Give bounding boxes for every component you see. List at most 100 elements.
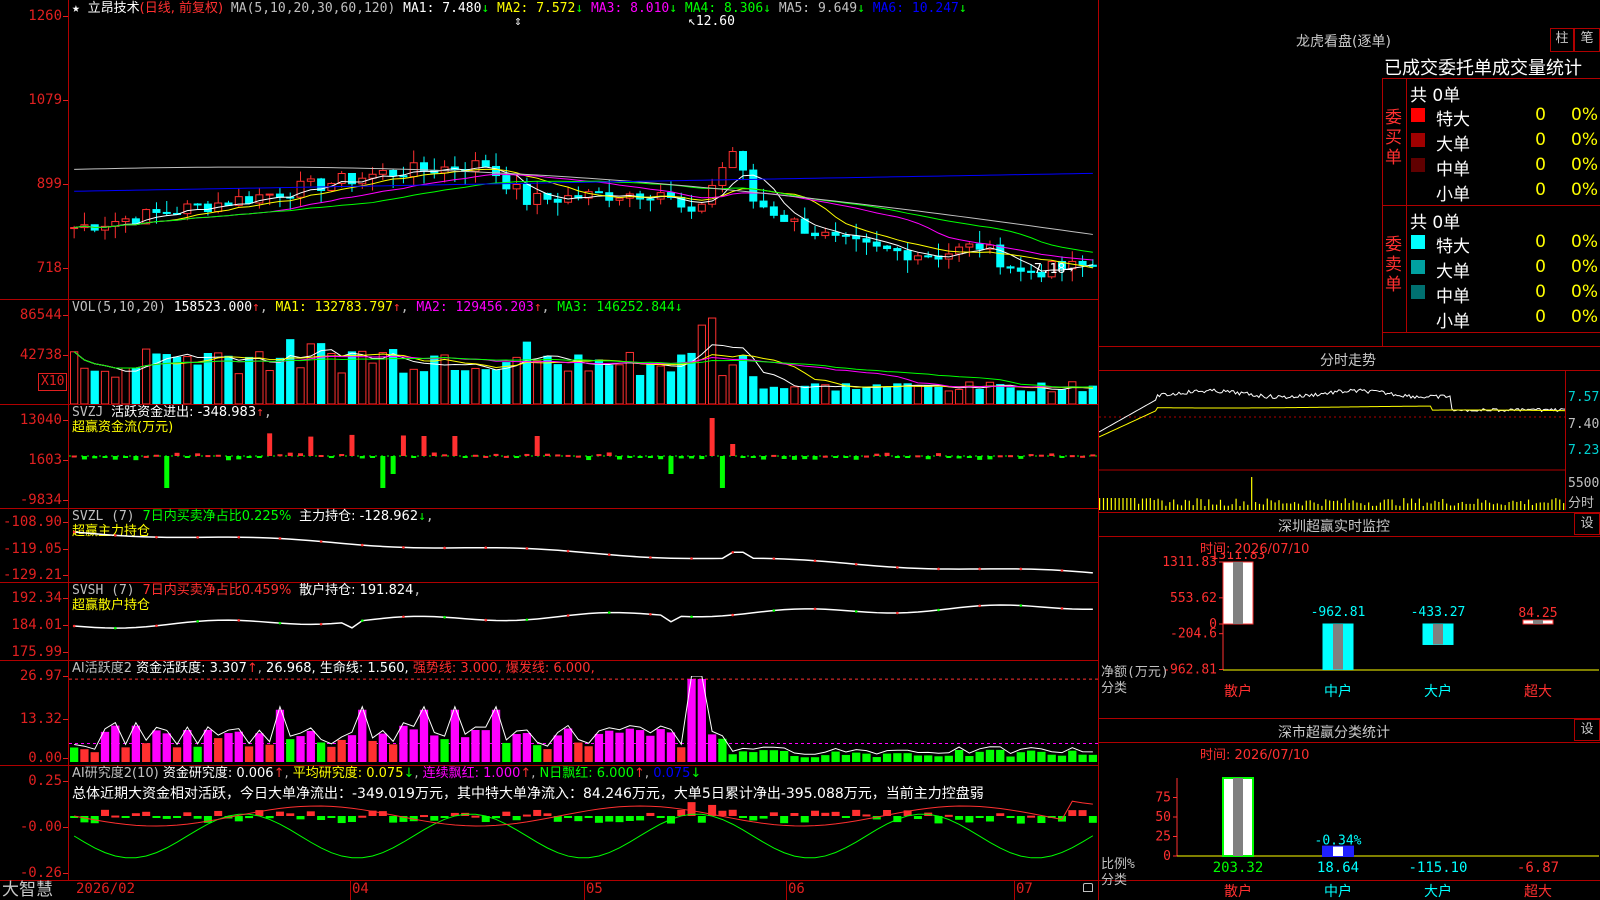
monitor-settings-button[interactable]: 设	[1574, 513, 1600, 535]
flow-bar	[544, 453, 550, 456]
research-bar	[234, 816, 243, 822]
intraday-vol-bar	[1516, 501, 1518, 510]
ai2-tick: 0.25	[28, 773, 68, 789]
activity-bar	[409, 729, 418, 762]
order-row-name: 小单	[1436, 312, 1470, 332]
flow-bar	[740, 456, 746, 458]
candle-body	[924, 255, 933, 258]
volume-bar	[461, 370, 470, 404]
candle-body	[759, 200, 768, 208]
volume-bar	[409, 368, 418, 404]
volume-bar	[646, 363, 655, 404]
candle-body	[903, 250, 912, 261]
ma-line	[74, 173, 1093, 261]
svzj-tick: 13040	[19, 412, 69, 428]
volume-bar	[615, 364, 624, 404]
flow-bar	[225, 456, 231, 461]
candlestick-chart[interactable]	[69, 14, 1098, 299]
order-swatch	[1411, 133, 1425, 147]
flow-bar	[256, 456, 262, 458]
activity-bar	[625, 728, 634, 762]
flow-bar	[287, 452, 293, 456]
volume-bar	[1088, 385, 1098, 404]
activity-bar	[810, 757, 820, 762]
vol-unit-badge: X10	[38, 373, 68, 391]
research-bar	[584, 816, 593, 818]
activity-chart[interactable]	[69, 676, 1098, 765]
activity-bar	[1037, 751, 1046, 762]
volume-bar	[440, 354, 449, 404]
intraday-vol-bar	[1184, 499, 1186, 510]
flow-bar	[112, 456, 118, 460]
flow-bar	[524, 453, 530, 456]
flow-bar	[411, 456, 417, 458]
date-label: 04	[352, 881, 369, 897]
volume-bar	[214, 352, 223, 404]
class-ratio-bar-chart[interactable]: 75 50 25 0 203.32 散户 -0.34% 18.64 中户 -115.10 大户 -6.…	[1099, 758, 1600, 900]
candle-body	[389, 169, 398, 177]
flow-bar	[586, 456, 592, 461]
candle-body	[955, 246, 964, 255]
tick-view-button[interactable]: 笔	[1574, 28, 1600, 52]
intraday-vol-bar	[1313, 502, 1315, 510]
intraday-vol-bar	[1563, 503, 1565, 510]
activity-bar	[996, 749, 1005, 762]
intraday-vol-bar	[1364, 505, 1366, 510]
class-settings-button[interactable]: 设	[1574, 719, 1600, 741]
research-bar	[636, 816, 645, 821]
intraday-vol-bar	[1118, 498, 1120, 510]
candle-body	[420, 162, 429, 171]
main-holding-chart[interactable]	[69, 520, 1098, 582]
holding-dot	[443, 546, 446, 550]
volume-bar	[450, 369, 460, 404]
flow-bar	[1090, 454, 1096, 457]
buy-total: 共 0单	[1410, 86, 1461, 106]
research-bar	[533, 809, 542, 816]
activity-bar	[533, 745, 542, 762]
volume-bar	[193, 364, 202, 404]
net-flow-bar-chart[interactable]: 1311.83553.620-204.6-962.811311.83散户-962…	[1099, 552, 1600, 714]
holding-dot	[731, 613, 735, 617]
intraday-chart[interactable]	[1099, 372, 1565, 510]
activity-bar	[594, 733, 604, 762]
research-bar	[502, 811, 511, 816]
intraday-vol-bar	[1426, 502, 1428, 510]
activity-bar	[399, 725, 408, 762]
candle-body	[821, 231, 830, 237]
flow-bar	[339, 454, 345, 457]
flow-bar	[822, 455, 828, 458]
candle-body	[738, 151, 747, 171]
flow-bar	[1018, 456, 1024, 459]
price-axis: 1260 1079 899 718	[0, 0, 69, 299]
net-flow-bar-shade	[1233, 562, 1243, 624]
bar-view-button[interactable]: 柱	[1550, 28, 1574, 52]
ai1-peak: 26.968,	[266, 661, 316, 676]
activity-bar	[481, 730, 490, 762]
intraday-vol-bar	[1352, 500, 1354, 510]
holding-dot	[319, 540, 323, 543]
volume-bar	[954, 388, 964, 404]
intraday-vol-bar	[1231, 504, 1233, 510]
research-bar	[512, 816, 521, 821]
volume-bar	[471, 367, 480, 404]
retail-holding-chart[interactable]	[69, 594, 1098, 660]
activity-bar	[800, 757, 809, 762]
intraday-title: 分时走势	[1320, 353, 1376, 369]
volume-chart[interactable]	[69, 315, 1098, 404]
research-bar	[306, 811, 315, 816]
intraday-vol-bar	[1165, 505, 1167, 510]
activity-bar	[553, 735, 562, 762]
activity-bar	[687, 679, 696, 762]
lock-icon[interactable]	[1083, 883, 1093, 892]
research-chart[interactable]	[69, 776, 1098, 880]
activity-bar	[615, 732, 624, 762]
research-bar	[327, 816, 336, 818]
research-bar	[697, 816, 706, 823]
research-bar	[347, 816, 356, 823]
fund-flow-chart[interactable]	[69, 410, 1098, 508]
ai1-lifeline: 生命线: 1.560,	[319, 661, 409, 676]
research-bar	[841, 816, 850, 818]
holding-dot	[978, 604, 981, 608]
net-flow-bar-shade	[1433, 624, 1443, 645]
volume-bar	[265, 370, 274, 404]
